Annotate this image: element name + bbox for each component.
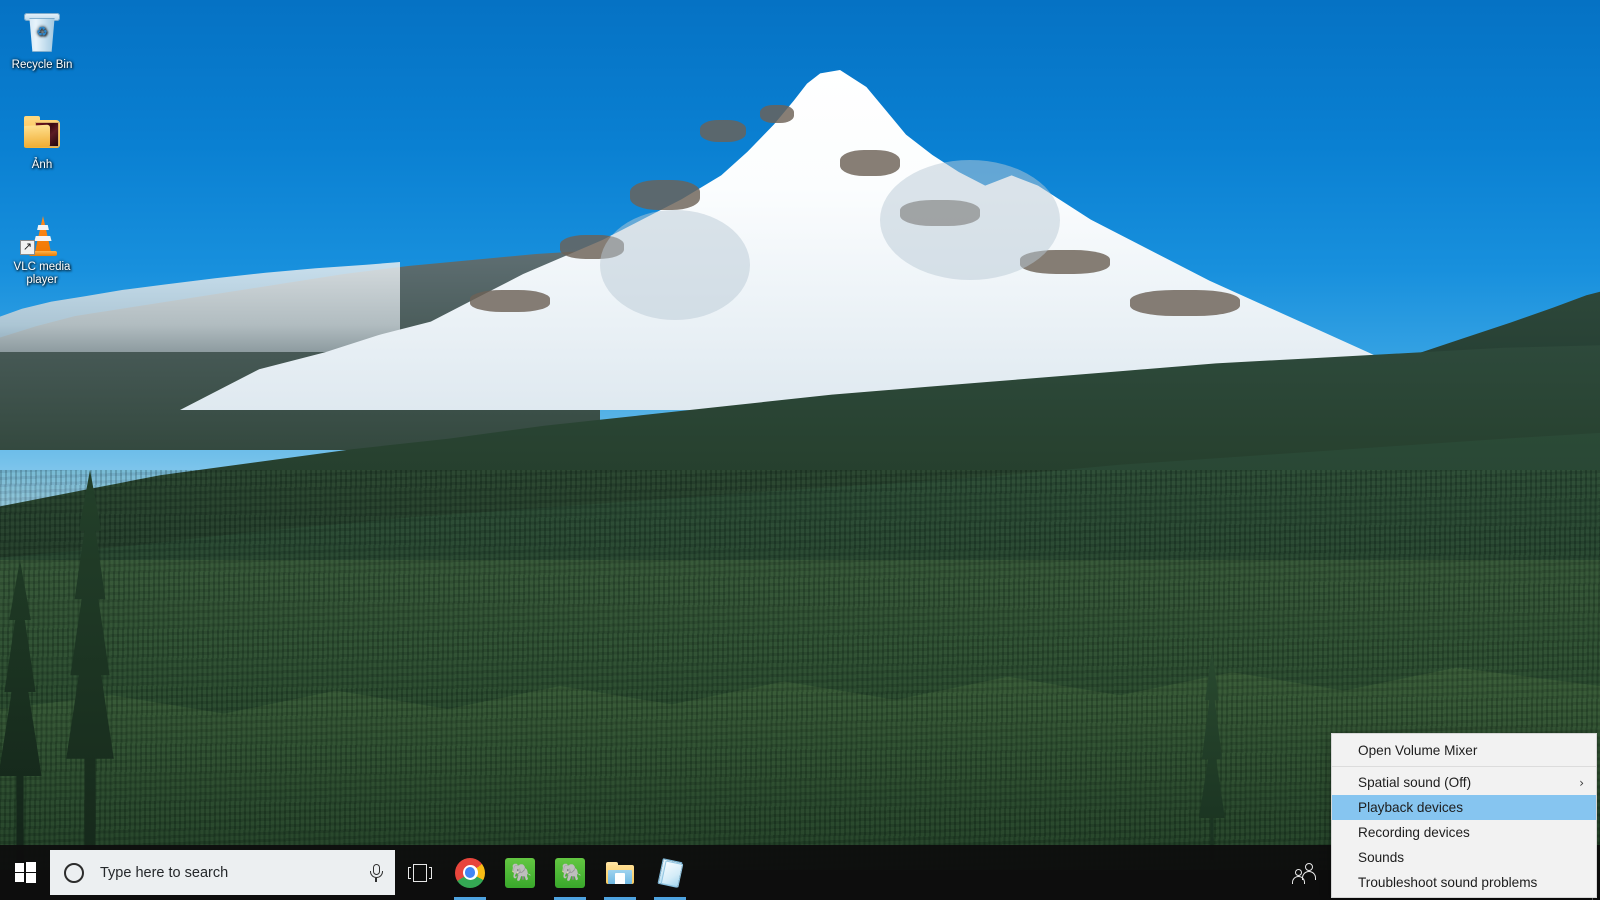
wallpaper-rock bbox=[700, 120, 746, 142]
taskbar-app-document[interactable] bbox=[645, 845, 695, 900]
taskbar-app-chrome[interactable] bbox=[445, 845, 495, 900]
taskbar-app-evernote-1[interactable]: 🐘 bbox=[495, 845, 545, 900]
evernote-icon: 🐘 bbox=[505, 857, 535, 888]
wallpaper-rock bbox=[840, 150, 900, 176]
taskbar-app-file-explorer[interactable] bbox=[595, 845, 645, 900]
menu-item-label: Open Volume Mixer bbox=[1358, 743, 1478, 758]
chevron-right-icon: › bbox=[1579, 775, 1584, 790]
menu-item-open-volume-mixer[interactable]: Open Volume Mixer bbox=[1332, 738, 1596, 763]
desktop-icon-label: Ảnh bbox=[31, 159, 53, 171]
menu-item-label: Recording devices bbox=[1358, 825, 1470, 840]
search-box[interactable]: Type here to search bbox=[50, 850, 395, 895]
menu-item-recording-devices[interactable]: Recording devices bbox=[1332, 820, 1596, 845]
vlc-cone-icon: ↗ bbox=[18, 212, 66, 258]
menu-separator bbox=[1332, 766, 1596, 767]
menu-item-sounds[interactable]: Sounds bbox=[1332, 845, 1596, 870]
recycle-bin-icon: ♻ bbox=[18, 10, 66, 56]
desktop-icon-label: Recycle Bin bbox=[11, 59, 73, 71]
microphone-icon[interactable] bbox=[367, 863, 385, 883]
wallpaper-snow-shadow bbox=[880, 160, 1060, 280]
menu-item-playback-devices[interactable]: Playback devices bbox=[1332, 795, 1596, 820]
taskbar-empty-area[interactable] bbox=[695, 845, 1289, 900]
start-button[interactable] bbox=[0, 845, 50, 900]
wallpaper-snow-shadow bbox=[600, 210, 750, 320]
menu-item-label: Troubleshoot sound problems bbox=[1358, 875, 1538, 890]
people-icon bbox=[1289, 862, 1331, 884]
shortcut-arrow-icon: ↗ bbox=[20, 240, 35, 255]
desktop-icon-recycle-bin[interactable]: ♻ Recycle Bin bbox=[3, 10, 81, 72]
file-explorer-icon bbox=[605, 858, 635, 888]
folder-icon bbox=[18, 110, 66, 156]
windows-logo-icon bbox=[14, 862, 36, 883]
wallpaper-rock bbox=[1130, 290, 1240, 316]
wallpaper-rock bbox=[470, 290, 550, 312]
taskbar-app-evernote-2[interactable]: 🐘 bbox=[545, 845, 595, 900]
chrome-icon bbox=[455, 857, 485, 888]
task-view-icon bbox=[408, 863, 432, 882]
desktop-icon-label: VLC media player bbox=[13, 261, 71, 286]
desktop-icon-anh-folder[interactable]: Ảnh bbox=[3, 110, 81, 172]
task-view-button[interactable] bbox=[395, 845, 445, 900]
menu-item-spatial-sound[interactable]: Spatial sound (Off) › bbox=[1332, 770, 1596, 795]
menu-item-label: Sounds bbox=[1358, 850, 1405, 865]
cortana-circle-icon[interactable] bbox=[64, 862, 84, 883]
people-button[interactable] bbox=[1289, 845, 1331, 900]
volume-tray-context-menu[interactable]: Open Volume Mixer Spatial sound (Off) › … bbox=[1331, 733, 1597, 898]
menu-item-label: Playback devices bbox=[1358, 800, 1464, 815]
menu-item-label: Spatial sound (Off) bbox=[1358, 775, 1472, 790]
search-input[interactable]: Type here to search bbox=[100, 865, 367, 881]
menu-item-troubleshoot-sound-problems[interactable]: Troubleshoot sound problems bbox=[1332, 870, 1596, 895]
wallpaper-rock bbox=[630, 180, 700, 210]
desktop-icon-vlc-media-player[interactable]: ↗ VLC media player bbox=[3, 212, 81, 287]
wallpaper-rock bbox=[760, 105, 794, 123]
evernote-icon: 🐘 bbox=[555, 857, 585, 888]
blue-document-icon bbox=[655, 857, 685, 888]
taskbar-app-list: 🐘 🐘 bbox=[445, 845, 695, 900]
